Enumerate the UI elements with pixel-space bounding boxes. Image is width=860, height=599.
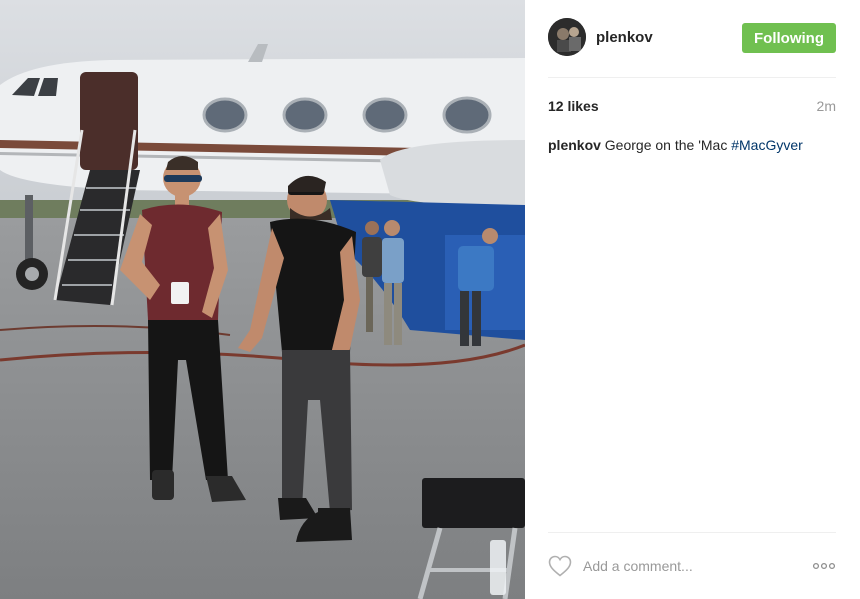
more-options-icon[interactable] <box>812 562 836 570</box>
add-comment-input[interactable] <box>583 555 793 577</box>
following-button[interactable]: Following <box>742 23 836 53</box>
like-count[interactable]: 12 likes <box>548 98 599 114</box>
hashtag-link[interactable]: #MacGyver <box>731 137 803 153</box>
caption-username[interactable]: plenkov <box>548 137 601 153</box>
post-timestamp[interactable]: 2m <box>817 98 836 114</box>
post-caption: plenkov George on the 'Mac #MacGyver <box>548 136 836 154</box>
avatar-image <box>548 18 586 56</box>
post-details-panel: plenkov Following 12 likes 2m plenkov Ge… <box>525 0 860 599</box>
username-link[interactable]: plenkov <box>596 29 653 46</box>
footer-divider <box>548 532 836 533</box>
comment-bar <box>548 553 836 581</box>
post-header: plenkov Following <box>548 18 836 58</box>
caption-text: George on the 'Mac <box>604 137 728 153</box>
heart-icon[interactable] <box>548 555 572 577</box>
photo-illustration <box>0 0 525 599</box>
post-photo[interactable] <box>0 0 525 599</box>
header-divider <box>548 77 836 78</box>
avatar[interactable] <box>548 18 586 56</box>
